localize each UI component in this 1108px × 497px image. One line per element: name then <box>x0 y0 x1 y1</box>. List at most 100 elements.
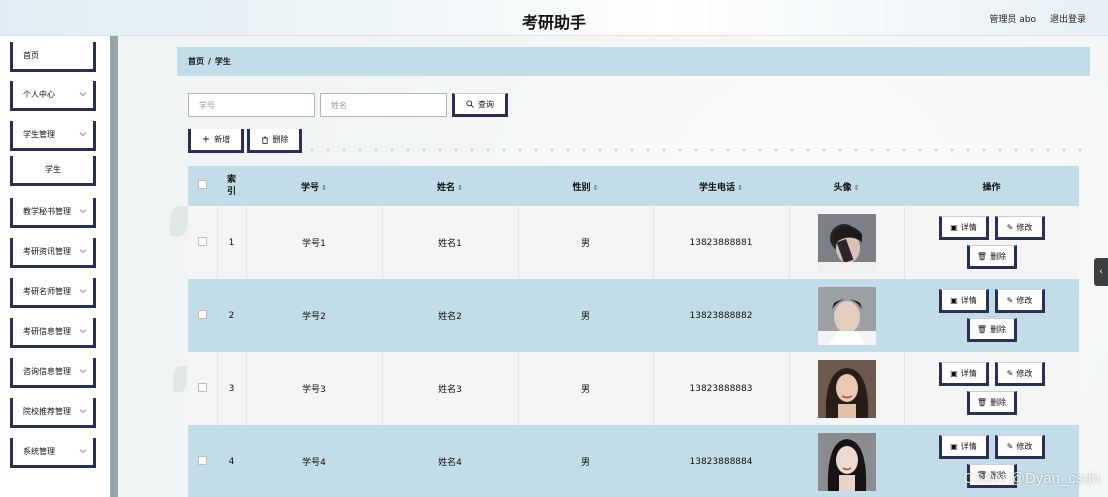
row-avatar-cell <box>789 279 905 352</box>
edit-button[interactable]: ✎ 修改 <box>994 362 1045 386</box>
row-avatar-cell <box>789 425 905 497</box>
sidebar-item-label: 考研信息管理 <box>23 327 71 336</box>
sort-icon[interactable]: ⇕ <box>854 184 860 192</box>
detail-button[interactable]: ▣ 详情 <box>938 216 989 240</box>
student-no-field[interactable] <box>188 93 315 117</box>
sidebar-item-exam-news[interactable]: 考研资讯管理 <box>10 238 96 268</box>
name-field[interactable] <box>320 93 447 117</box>
sort-icon[interactable]: ⇕ <box>737 184 743 192</box>
edit-button[interactable]: ✎ 修改 <box>994 435 1045 459</box>
row-name: 姓名4 <box>382 425 519 497</box>
table-row: 4 学号4 姓名4 男 13823888884 ▣ 详情 ✎ 修改 🗑 删除 <box>188 425 1079 497</box>
row-select-cell[interactable] <box>188 352 218 425</box>
row-gender: 男 <box>518 206 654 279</box>
batch-delete-button[interactable]: 删除 <box>247 129 302 153</box>
student-table: 索引 学号 ⇕ 姓名 ⇕ 性别 ⇕ 学生电话 ⇕ 头像 ⇕ 操作 1 学号1 姓名1 男 <box>188 166 1079 497</box>
edit-button[interactable]: ✎ 修改 <box>994 216 1045 240</box>
trash-icon <box>261 136 268 144</box>
background-leaf-decoration <box>173 366 187 392</box>
col-header-student-no[interactable]: 学号 ⇕ <box>246 166 382 206</box>
query-button[interactable]: 查询 <box>452 93 508 117</box>
sidebar-item-consultation[interactable]: 咨询信息管理 <box>10 358 96 388</box>
plus-icon: + <box>201 134 211 145</box>
select-all-cell[interactable] <box>188 166 217 206</box>
row-select-cell[interactable] <box>188 206 218 279</box>
sidebar-item-exam-info[interactable]: 考研信息管理 <box>10 318 96 348</box>
row-delete-button[interactable]: 🗑 删除 <box>966 245 1017 269</box>
name-input[interactable] <box>331 100 446 110</box>
row-phone: 13823888881 <box>653 206 790 279</box>
row-name: 姓名3 <box>382 352 519 425</box>
col-header-gender[interactable]: 性别 ⇕ <box>518 166 653 206</box>
row-index: 4 <box>217 425 247 497</box>
detail-icon: ▣ <box>950 368 958 378</box>
sidebar-scrollbar[interactable] <box>110 36 118 497</box>
edit-button[interactable]: ✎ 修改 <box>994 289 1045 313</box>
sort-icon[interactable]: ⇕ <box>457 184 463 192</box>
col-header-index: 索引 <box>217 166 246 206</box>
row-name: 姓名2 <box>382 279 519 352</box>
logout-link[interactable]: 退出登录 <box>1050 12 1086 25</box>
sidebar-item-teaching-secretary[interactable]: 教学秘书管理 <box>10 198 96 228</box>
sidebar-item-personal-center[interactable]: 个人中心 <box>10 81 96 111</box>
row-index: 3 <box>217 352 247 425</box>
row-student-no: 学号3 <box>246 352 383 425</box>
col-header-name[interactable]: 姓名 ⇕ <box>382 166 518 206</box>
detail-icon: ▣ <box>950 441 958 451</box>
watermark: CSDN @Dyan_csdn <box>963 470 1100 487</box>
add-button[interactable]: + 新增 <box>188 129 244 153</box>
edit-icon: ✎ <box>1006 295 1014 305</box>
row-checkbox[interactable] <box>197 309 207 319</box>
sort-icon[interactable]: ⇕ <box>321 184 327 192</box>
background-leaf-decoration <box>170 206 188 236</box>
app-title: 考研助手 <box>521 13 586 32</box>
col-header-phone[interactable]: 学生电话 ⇕ <box>653 166 789 206</box>
sidebar-subitem-student[interactable]: 学生 <box>10 156 96 186</box>
chevron-down-icon <box>79 209 87 214</box>
sidebar-item-label: 考研名师管理 <box>23 287 71 296</box>
row-select-cell[interactable] <box>188 425 218 497</box>
breadcrumb: 首页 / 学生 <box>177 47 1090 76</box>
table-header-row: 索引 学号 ⇕ 姓名 ⇕ 性别 ⇕ 学生电话 ⇕ 头像 ⇕ 操作 <box>188 166 1079 206</box>
sidebar-item-home[interactable]: 首页 <box>10 42 96 72</box>
delete-button-label: 删除 <box>272 135 289 144</box>
chevron-down-icon <box>79 449 87 454</box>
row-delete-button[interactable]: 🗑 删除 <box>966 318 1017 342</box>
detail-icon: ▣ <box>950 222 958 232</box>
sidebar-item-system[interactable]: 系统管理 <box>10 438 96 468</box>
header-user-area: 管理员 abo 退出登录 <box>989 12 1086 25</box>
select-all-checkbox[interactable] <box>198 180 207 189</box>
detail-button[interactable]: ▣ 详情 <box>938 435 989 459</box>
row-phone: 13823888882 <box>653 279 790 352</box>
avatar[interactable] <box>817 432 876 491</box>
sidebar-item-label: 首页 <box>23 51 39 60</box>
row-delete-button[interactable]: 🗑 删除 <box>966 391 1017 415</box>
row-checkbox[interactable] <box>197 236 207 246</box>
row-actions-cell: ▣ 详情 ✎ 修改 🗑 删除 <box>904 206 1079 279</box>
student-no-input[interactable] <box>199 100 314 110</box>
sidebar-item-famous-teachers[interactable]: 考研名师管理 <box>10 278 96 308</box>
sidebar-item-student-management[interactable]: 学生管理 <box>10 121 96 151</box>
table-row: 2 学号2 姓名2 男 13823888882 ▣ 详情 ✎ 修改 🗑 删除 <box>188 279 1079 352</box>
sidebar-item-label: 个人中心 <box>23 90 55 99</box>
breadcrumb-home[interactable]: 首页 <box>188 56 204 67</box>
admin-user-label[interactable]: 管理员 abo <box>989 12 1036 25</box>
row-checkbox[interactable] <box>197 382 207 392</box>
breadcrumb-current: 学生 <box>214 57 231 66</box>
sort-icon[interactable]: ⇕ <box>593 184 599 192</box>
chevron-down-icon <box>79 289 87 294</box>
row-phone: 13823888884 <box>653 425 790 497</box>
row-select-cell[interactable] <box>188 279 218 352</box>
detail-button[interactable]: ▣ 详情 <box>938 362 989 386</box>
sidebar-item-school-recommend[interactable]: 院校推荐管理 <box>10 398 96 428</box>
sidebar-item-label: 考研资讯管理 <box>23 247 71 256</box>
avatar[interactable] <box>817 359 876 418</box>
row-checkbox[interactable] <box>197 455 207 465</box>
row-avatar-cell <box>789 206 905 279</box>
avatar[interactable] <box>817 286 876 345</box>
row-index: 2 <box>217 279 247 352</box>
col-header-avatar[interactable]: 头像 ⇕ <box>789 166 904 206</box>
collapse-panel-tab[interactable]: ‹ <box>1094 258 1108 286</box>
detail-button[interactable]: ▣ 详情 <box>938 289 989 313</box>
avatar[interactable] <box>817 213 876 272</box>
